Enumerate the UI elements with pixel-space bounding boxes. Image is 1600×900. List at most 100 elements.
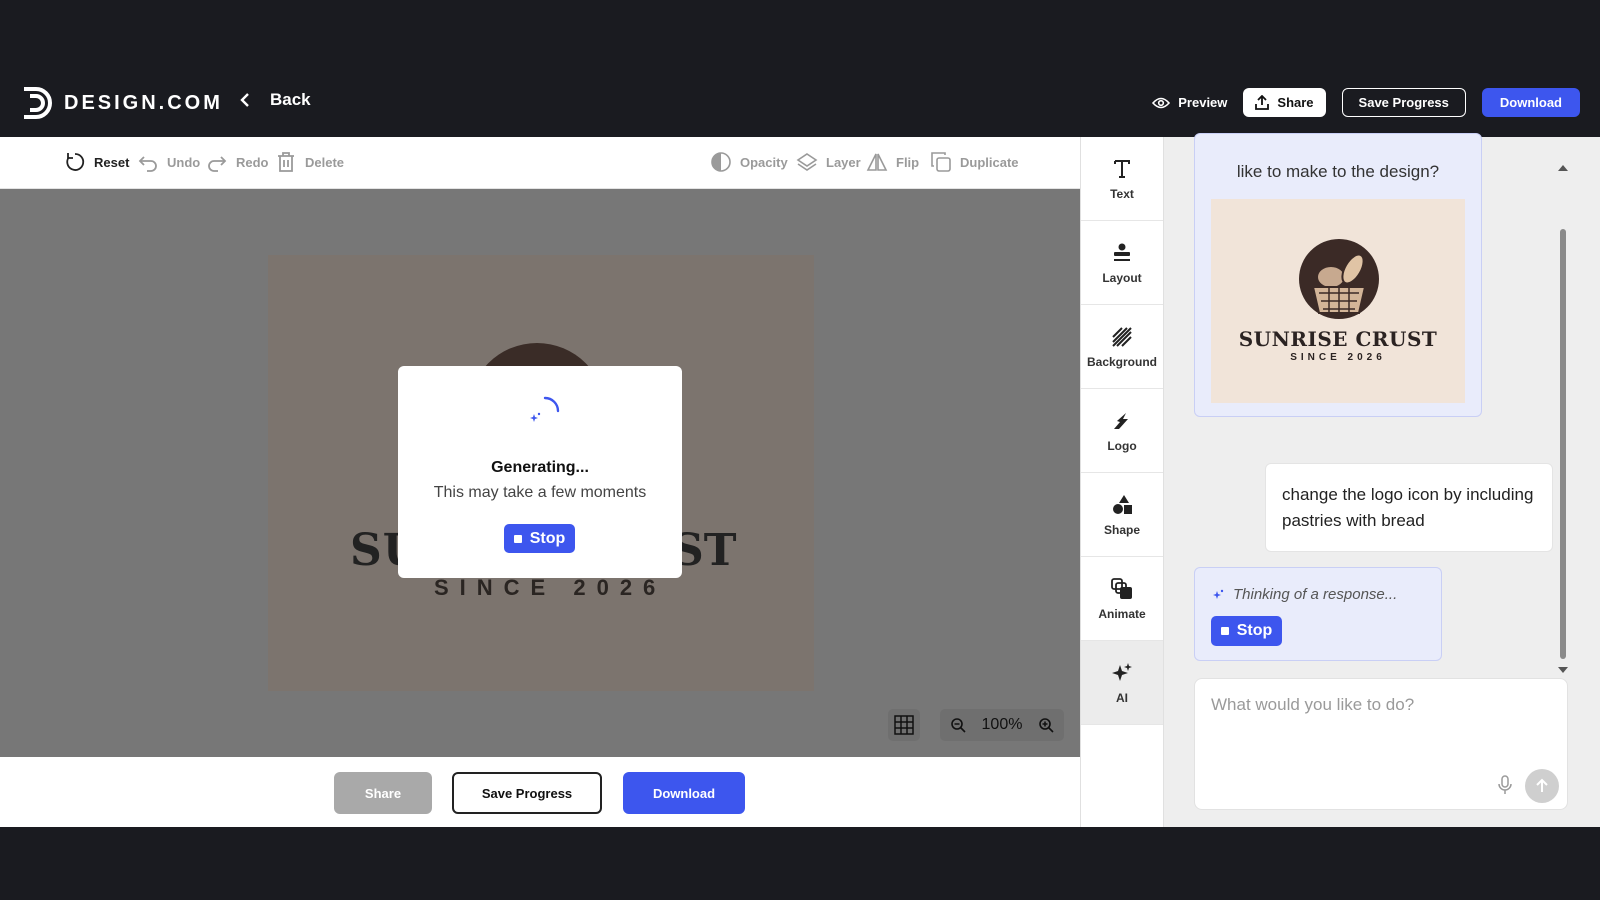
sidetool-background[interactable]: Background [1081, 305, 1163, 389]
user-message: change the logo icon by including pastri… [1265, 463, 1553, 552]
ai-message-with-preview: like to make to the design? SUNRISE CRUS… [1194, 133, 1482, 417]
bread-basket-logo-icon [1299, 239, 1379, 319]
thumbnail-title: SUNRISE CRUST [1238, 327, 1438, 351]
undo-label: Undo [167, 154, 201, 170]
bottom-action-bar: Share Save Progress Download [0, 757, 1080, 827]
sidetool-layout[interactable]: Layout [1081, 221, 1163, 305]
design-canvas[interactable]: SU ST SINCE 2026 Generating... This may … [0, 189, 1080, 757]
edit-toolbar: Reset Undo Redo Delete Opacity Layer Fli… [0, 137, 1080, 189]
sidetool-logo[interactable]: Logo [1081, 389, 1163, 473]
header-share-label: Share [1277, 95, 1314, 110]
opacity-button[interactable]: Opacity [710, 151, 788, 173]
sparkle-icon [1213, 589, 1224, 599]
reset-icon [66, 153, 85, 171]
upload-share-icon [1255, 95, 1270, 110]
sidetool-text[interactable]: Text [1081, 137, 1163, 221]
back-button[interactable]: Back [238, 90, 311, 110]
top-header: DESIGN.COM Back Preview Share Save Progr… [0, 68, 1600, 138]
eye-icon [1152, 97, 1171, 108]
flip-button[interactable]: Flip [866, 151, 919, 173]
generating-modal: Generating... This may take a few moment… [398, 366, 682, 578]
animate-icon [1111, 577, 1132, 599]
chat-scrollbar[interactable] [1556, 163, 1570, 677]
opacity-icon [711, 152, 731, 172]
thinking-text: Thinking of a response... [1233, 586, 1398, 603]
shape-icon [1113, 494, 1132, 514]
undo-button[interactable]: Undo [137, 151, 200, 173]
flip-icon [866, 153, 888, 171]
redo-button[interactable]: Redo [206, 151, 269, 173]
sidetool-shape-label: Shape [1103, 522, 1140, 537]
preview-label: Preview [1178, 95, 1228, 110]
redo-label: Redo [236, 154, 269, 170]
sidetool-animate-label: Animate [1098, 606, 1146, 621]
undo-icon [138, 156, 157, 172]
header-save-progress-button[interactable]: Save Progress [1341, 88, 1466, 117]
bottom-save-progress-button[interactable]: Save Progress [452, 772, 602, 814]
modal-stop-label: Stop [529, 529, 566, 547]
duplicate-button[interactable]: Duplicate [930, 151, 1019, 173]
reset-button[interactable]: Reset [64, 151, 129, 173]
preview-button[interactable]: Preview [1152, 95, 1227, 110]
reset-label: Reset [94, 154, 130, 170]
logo-icon [1114, 412, 1128, 429]
background-icon [1112, 326, 1132, 347]
duplicate-label: Duplicate [960, 154, 1019, 170]
layer-label: Layer [826, 154, 861, 170]
scroll-thumb[interactable] [1560, 229, 1566, 659]
sidetool-shape[interactable]: Shape [1081, 473, 1163, 557]
header-share-button[interactable]: Share [1243, 88, 1326, 117]
zoom-control: 100% [940, 709, 1064, 741]
design-com-logo-icon [24, 87, 52, 119]
zoom-level: 100% [981, 716, 1023, 733]
sidetool-animate[interactable]: Animate [1081, 557, 1163, 641]
bottom-download-button[interactable]: Download [623, 772, 745, 814]
chat-input-box [1194, 678, 1568, 810]
zoom-out-icon[interactable] [950, 717, 966, 733]
redo-icon [208, 156, 227, 172]
bottom-share-button[interactable]: Share [334, 772, 432, 814]
arrow-up-icon [1536, 778, 1548, 792]
trash-icon [278, 152, 294, 172]
text-icon [1114, 159, 1130, 178]
microphone-icon[interactable] [1497, 775, 1513, 795]
sidetool-logo-label: Logo [1107, 438, 1137, 453]
chevron-left-icon [240, 93, 249, 107]
sidetool-layout-label: Layout [1102, 270, 1142, 285]
scroll-up-icon[interactable] [1556, 163, 1570, 173]
brand[interactable]: DESIGN.COM [20, 85, 223, 121]
loading-spinner-icon [530, 396, 560, 422]
layout-icon [1114, 243, 1130, 261]
grid-icon [894, 715, 914, 735]
thinking-stop-label: Stop [1236, 622, 1273, 639]
side-tool-panel: Text Layout Background Logo Shape Animat… [1080, 137, 1164, 827]
sidetool-ai[interactable]: AI [1081, 641, 1163, 725]
modal-stop-button[interactable]: Stop [504, 524, 575, 553]
zoom-in-icon[interactable] [1038, 717, 1054, 733]
thinking-stop-button[interactable]: Stop [1211, 616, 1282, 646]
layers-icon [796, 153, 818, 171]
header-download-button[interactable]: Download [1481, 88, 1580, 117]
modal-title: Generating... [491, 459, 589, 476]
artboard-subtitle[interactable]: SINCE 2026 [434, 575, 666, 601]
duplicate-icon [931, 152, 951, 172]
ai-thinking-message: Thinking of a response... Stop [1194, 567, 1442, 661]
delete-button[interactable]: Delete [275, 151, 344, 173]
back-label: Back [270, 90, 311, 109]
layer-button[interactable]: Layer [796, 151, 861, 173]
send-button[interactable] [1525, 769, 1559, 803]
thumbnail-subtitle: SINCE 2026 [1290, 352, 1386, 363]
opacity-label: Opacity [740, 154, 788, 170]
brand-name: DESIGN.COM [64, 91, 223, 114]
design-preview-thumbnail[interactable]: SUNRISE CRUST SINCE 2026 [1211, 199, 1465, 403]
stop-icon [1220, 627, 1229, 635]
flip-label: Flip [896, 154, 920, 170]
modal-subtitle: This may take a few moments [433, 484, 647, 501]
ai-sparkle-icon [1112, 662, 1132, 681]
grid-toggle-button[interactable] [888, 709, 920, 741]
sidetool-background-label: Background [1086, 354, 1157, 369]
ai-chat-panel: like to make to the design? SUNRISE CRUS… [1164, 133, 1600, 827]
stop-icon [513, 534, 522, 543]
scroll-down-icon[interactable] [1556, 665, 1570, 675]
sidetool-text-label: Text [1110, 186, 1134, 201]
